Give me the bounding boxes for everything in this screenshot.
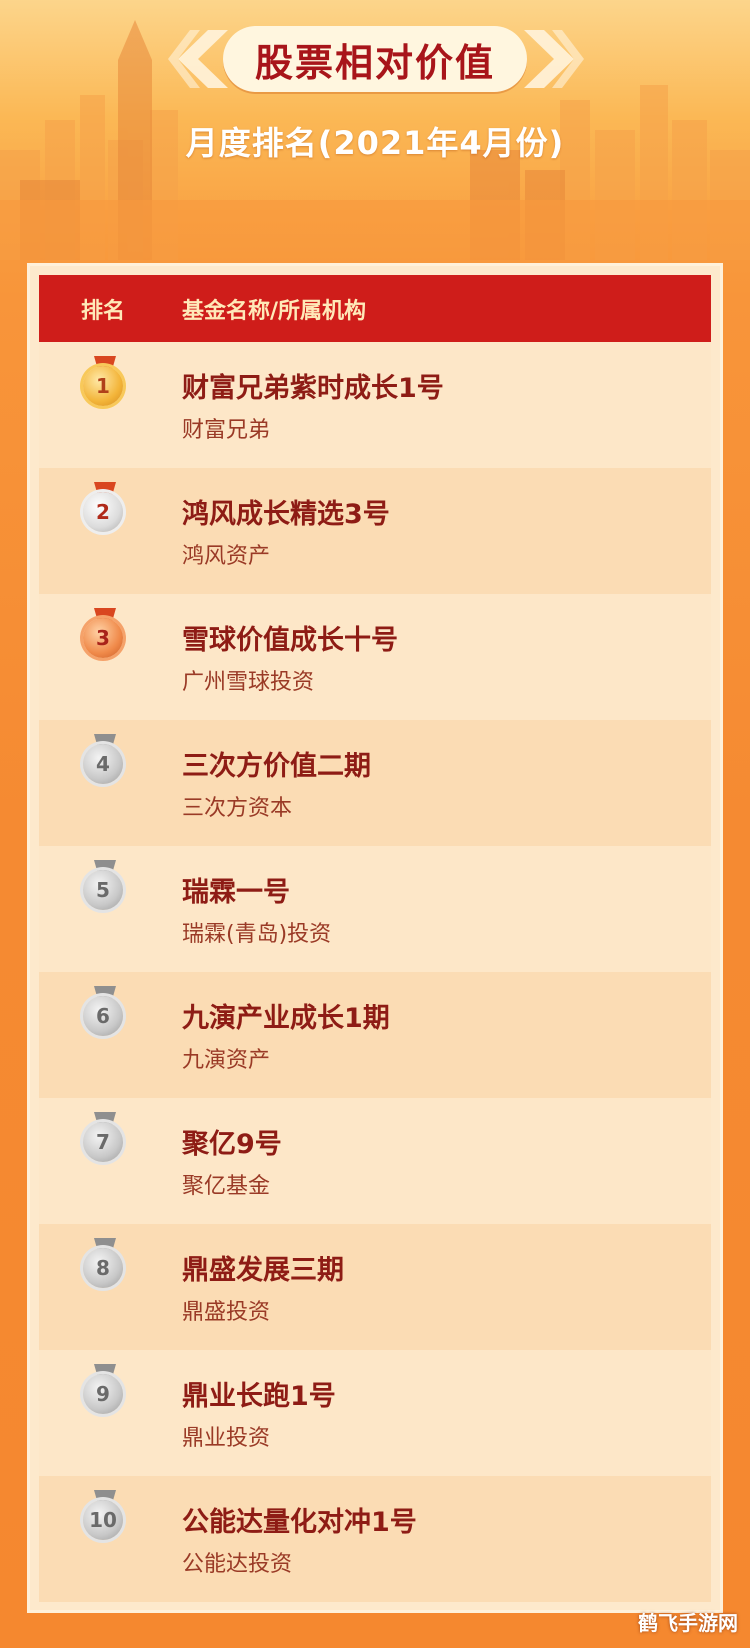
page-title: 股票相对价值: [254, 40, 495, 85]
watermark: 鹤飞手游网: [638, 1611, 738, 1635]
fund-organization: 九演资产: [182, 1048, 271, 1073]
fund-name: 鼎业长跑1号: [182, 1381, 336, 1412]
fund-name: 鸿风成长精选3号: [182, 499, 390, 530]
chevron-left-decoration: [168, 30, 228, 88]
fund-organization: 聚亿基金: [182, 1174, 271, 1199]
rank-medal-icon: 6: [81, 986, 129, 1052]
table-row: 7 聚亿9号聚亿基金: [39, 1098, 711, 1224]
rank-number: 1: [83, 366, 123, 406]
fund-name: 公能达量化对冲1号: [182, 1507, 417, 1538]
table-row: 2 鸿风成长精选3号鸿风资产: [39, 468, 711, 594]
table-row: 4 三次方价值二期三次方资本: [39, 720, 711, 846]
rank-number: 8: [83, 1248, 123, 1288]
fund-name: 雪球价值成长十号: [182, 625, 398, 656]
table-row: 5 瑞霖一号瑞霖(青岛)投资: [39, 846, 711, 972]
rank-medal-icon: 7: [81, 1112, 129, 1178]
fund-organization: 瑞霖(青岛)投资: [182, 922, 332, 947]
fund-name: 鼎盛发展三期: [182, 1255, 344, 1286]
table-row: 9 鼎业长跑1号鼎业投资: [39, 1350, 711, 1476]
rank-number: 6: [83, 996, 123, 1036]
table-row: 3 雪球价值成长十号广州雪球投资: [39, 594, 711, 720]
fund-name: 九演产业成长1期: [182, 1003, 390, 1034]
column-header-fund: 基金名称/所属机构: [182, 298, 367, 324]
fund-name: 三次方价值二期: [182, 751, 371, 782]
fund-organization: 鸿风资产: [182, 544, 271, 569]
chevron-right-decoration: [524, 30, 584, 88]
fund-name: 瑞霖一号: [182, 877, 290, 908]
rank-medal-icon: 8: [81, 1238, 129, 1304]
rank-number: 2: [83, 492, 123, 532]
rank-number: 10: [83, 1500, 123, 1540]
rank-number: 7: [83, 1122, 123, 1162]
table-row: 6 九演产业成长1期九演资产: [39, 972, 711, 1098]
fund-organization: 三次方资本: [182, 796, 293, 821]
fund-organization: 鼎盛投资: [182, 1300, 271, 1325]
fund-name: 财富兄弟紫时成长1号: [182, 373, 444, 404]
rank-medal-icon: 2: [81, 482, 129, 548]
rank-number: 4: [83, 744, 123, 784]
fund-name: 聚亿9号: [182, 1129, 282, 1160]
table-row: 1 财富兄弟紫时成长1号财富兄弟: [39, 342, 711, 468]
table-header: 排名 基金名称/所属机构: [39, 275, 711, 342]
table-row: 10 公能达量化对冲1号公能达投资: [39, 1476, 711, 1602]
fund-organization: 广州雪球投资: [182, 670, 315, 695]
ranking-table: 排名 基金名称/所属机构 1 财富兄弟紫时成长1号财富兄弟 2 鸿风成长精选3号鸿风资…: [27, 263, 723, 1613]
table-body: 1 财富兄弟紫时成长1号财富兄弟 2 鸿风成长精选3号鸿风资产 3 雪球价值成长十号广州雪…: [39, 342, 711, 1602]
rank-number: 5: [83, 870, 123, 910]
rank-medal-icon: 9: [81, 1364, 129, 1430]
rank-number: 9: [83, 1374, 123, 1414]
fund-organization: 鼎业投资: [182, 1426, 271, 1451]
rank-medal-icon: 5: [81, 860, 129, 926]
rank-number: 3: [83, 618, 123, 658]
page-subtitle: 月度排名(2021年4月份): [185, 124, 565, 162]
rank-medal-icon: 10: [81, 1490, 129, 1556]
column-header-rank: 排名: [81, 298, 126, 324]
rank-medal-icon: 4: [81, 734, 129, 800]
rank-medal-icon: 1: [81, 356, 129, 422]
table-row: 8 鼎盛发展三期鼎盛投资: [39, 1224, 711, 1350]
fund-organization: 公能达投资: [182, 1552, 293, 1577]
fund-organization: 财富兄弟: [182, 418, 271, 443]
rank-medal-icon: 3: [81, 608, 129, 674]
title-banner: 股票相对价值: [223, 26, 527, 92]
